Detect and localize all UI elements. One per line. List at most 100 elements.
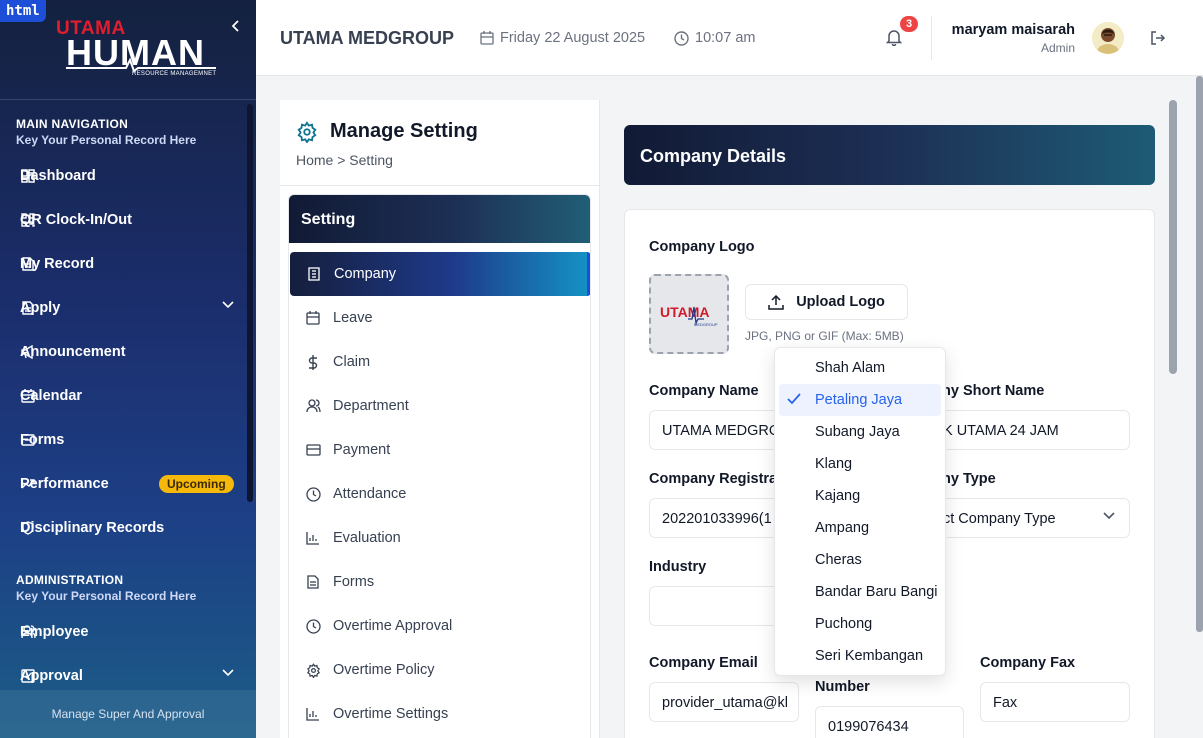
building-icon	[306, 266, 322, 282]
bar-chart-icon	[305, 706, 321, 722]
breadcrumb[interactable]: Home > Setting	[296, 152, 393, 168]
sidebar-item-label: Employee	[20, 624, 89, 640]
company-short-name-input[interactable]: K UTAMA 24 JAM	[930, 410, 1130, 450]
page-title: Manage Setting	[330, 120, 478, 142]
sidebar-item-my-record[interactable]: My Record	[0, 244, 248, 284]
menu-item-label: Overtime Settings	[333, 706, 449, 722]
dropdown-option[interactable]: Cheras	[779, 544, 941, 576]
admin-title: ADMINISTRATION	[16, 573, 124, 587]
sidebar-scrollbar[interactable]	[247, 104, 253, 502]
settings-menu-item-evaluation[interactable]: Evaluation	[289, 516, 590, 560]
company-logo-preview: UTAMA MEDGROUP	[649, 274, 729, 354]
settings-menu-item-leave[interactable]: Leave	[289, 296, 590, 340]
bell-icon[interactable]	[886, 28, 902, 46]
dropdown-option[interactable]: Shah Alam	[779, 352, 941, 384]
company-fax-input[interactable]: Fax	[980, 682, 1130, 722]
heartbeat-line-icon	[66, 58, 216, 72]
logout-icon[interactable]	[1150, 30, 1166, 46]
upload-logo-button[interactable]: Upload Logo	[745, 284, 908, 320]
upload-logo-label: Upload Logo	[796, 294, 885, 310]
settings-menu-item-attendance[interactable]: Attendance	[289, 472, 590, 516]
menu-item-label: Overtime Policy	[333, 662, 435, 678]
utama-medgroup-logo: UTAMA MEDGROUP	[660, 304, 718, 327]
dropdown-option[interactable]: Ampang	[779, 512, 941, 544]
menu-item-label: Evaluation	[333, 530, 401, 546]
sidebar-item-employee[interactable]: Employee	[0, 612, 248, 652]
credit-card-icon	[305, 442, 321, 458]
dropdown-option[interactable]: Kajang	[779, 480, 941, 512]
menu-item-label: Leave	[333, 310, 373, 326]
settings-menu-item-overtime-policy[interactable]: Overtime Policy	[289, 648, 590, 692]
header-time: 10:07 am	[674, 30, 755, 46]
menu-item-label: Forms	[333, 574, 375, 590]
company-logo-label: Company Logo	[649, 239, 755, 255]
collapse-sidebar-button[interactable]	[228, 16, 244, 36]
menu-item-label: Company	[334, 266, 397, 282]
company-registration-label: Company Registrat	[649, 471, 782, 487]
city-dropdown-menu[interactable]: Shah Alam Petaling Jaya Subang Jaya Klan…	[774, 347, 946, 676]
chevron-down-icon	[222, 669, 234, 677]
sidebar-footer-manage-super-approval[interactable]: Manage Super And Approval	[0, 690, 256, 738]
content-scrollbar[interactable]	[1169, 100, 1177, 374]
settings-menu-item-company[interactable]: Company	[290, 252, 590, 296]
sidebar-item-calendar[interactable]: Calendar	[0, 376, 248, 416]
dropdown-option[interactable]: Subang Jaya	[779, 416, 941, 448]
logo-sub-text: RESOURCE MANAGEMNET	[132, 71, 217, 77]
settings-menu-item-overtime-approval[interactable]: Overtime Approval	[289, 604, 590, 648]
settings-title-row: Manage Setting	[296, 120, 478, 143]
company-type-label: ny Type	[942, 471, 996, 487]
company-type-select[interactable]: ct Company Type	[930, 498, 1130, 538]
chevron-left-icon	[231, 20, 239, 32]
clock-icon	[305, 618, 321, 634]
settings-menu-item-forms[interactable]: Forms	[289, 560, 590, 604]
checkmark-icon	[787, 393, 801, 405]
calendar-icon	[305, 310, 321, 326]
dropdown-option[interactable]: Puchong	[779, 608, 941, 640]
sidebar-item-label: Apply	[20, 300, 61, 316]
sidebar-item-qr-clock[interactable]: QR Clock-In/Out	[0, 200, 248, 240]
dropdown-option[interactable]: Bandar Baru Bangi	[779, 576, 941, 608]
industry-label: Industry	[649, 559, 707, 575]
header-time-text: 10:07 am	[695, 30, 756, 46]
sidebar-item-disciplinary-records[interactable]: Disciplinary Records	[0, 508, 248, 548]
settings-menu-item-claim[interactable]: Claim	[289, 340, 590, 384]
page-scrollbar[interactable]	[1196, 76, 1203, 632]
user-role: Admin	[1040, 41, 1075, 55]
company-name-label: Company Name	[649, 383, 759, 399]
main-nav-subtitle: Key Your Personal Record Here	[16, 133, 197, 147]
upload-hint: JPG, PNG or GIF (Max: 5MB)	[745, 329, 904, 343]
header-date-text: Friday 22 August 2025	[500, 30, 646, 46]
sidebar-item-dashboard[interactable]: Dashboard	[0, 156, 248, 196]
sidebar-item-performance[interactable]: Performance Upcoming	[0, 464, 248, 504]
settings-menu-item-department[interactable]: Department	[289, 384, 590, 428]
admin-subtitle: Key Your Personal Record Here	[16, 589, 197, 603]
menu-item-label: Attendance	[333, 486, 407, 502]
dropdown-option-selected[interactable]: Petaling Jaya	[779, 384, 941, 416]
settings-menu-item-payment[interactable]: Payment	[289, 428, 590, 472]
settings-menu-item-overtime-settings[interactable]: Overtime Settings	[289, 692, 590, 736]
industry-input[interactable]	[649, 586, 785, 626]
company-registration-input[interactable]: 202201033996(1	[649, 498, 785, 538]
sidebar-item-label: Announcement	[20, 344, 126, 360]
menu-item-label: Overtime Approval	[333, 618, 453, 634]
sidebar-item-apply[interactable]: Apply	[0, 288, 248, 328]
users-icon	[305, 398, 321, 414]
company-email-input[interactable]: provider_utama@kl	[649, 682, 799, 722]
avatar[interactable]	[1092, 22, 1124, 54]
company-name-input[interactable]: UTAMA MEDGRO	[649, 410, 785, 450]
sidebar-logo-area: html UTAMA HUMAN RESOURCE MANAGEMNET	[0, 0, 256, 100]
sidebar-item-label: Approval	[20, 668, 83, 684]
svg-text:MEDGROUP: MEDGROUP	[694, 322, 718, 327]
dropdown-option[interactable]: Klang	[779, 448, 941, 480]
phone-number-input[interactable]: 0199076434	[815, 706, 964, 738]
gear-icon	[297, 120, 317, 143]
settings-panel: Manage Setting Home > Setting Setting Co…	[280, 100, 600, 738]
dropdown-option[interactable]: Seri Kembangan	[779, 640, 941, 672]
sidebar-item-label: Disciplinary Records	[20, 520, 165, 536]
menu-item-label: Payment	[333, 442, 391, 458]
top-header: UTAMA MEDGROUP Friday 22 August 2025 10:…	[256, 0, 1203, 76]
sidebar-item-announcement[interactable]: Announcement	[0, 332, 248, 372]
dollar-icon	[305, 354, 321, 370]
sidebar-item-forms[interactable]: Forms	[0, 420, 248, 460]
settings-menu-box: Setting Company Leave Claim Department P…	[288, 194, 591, 738]
